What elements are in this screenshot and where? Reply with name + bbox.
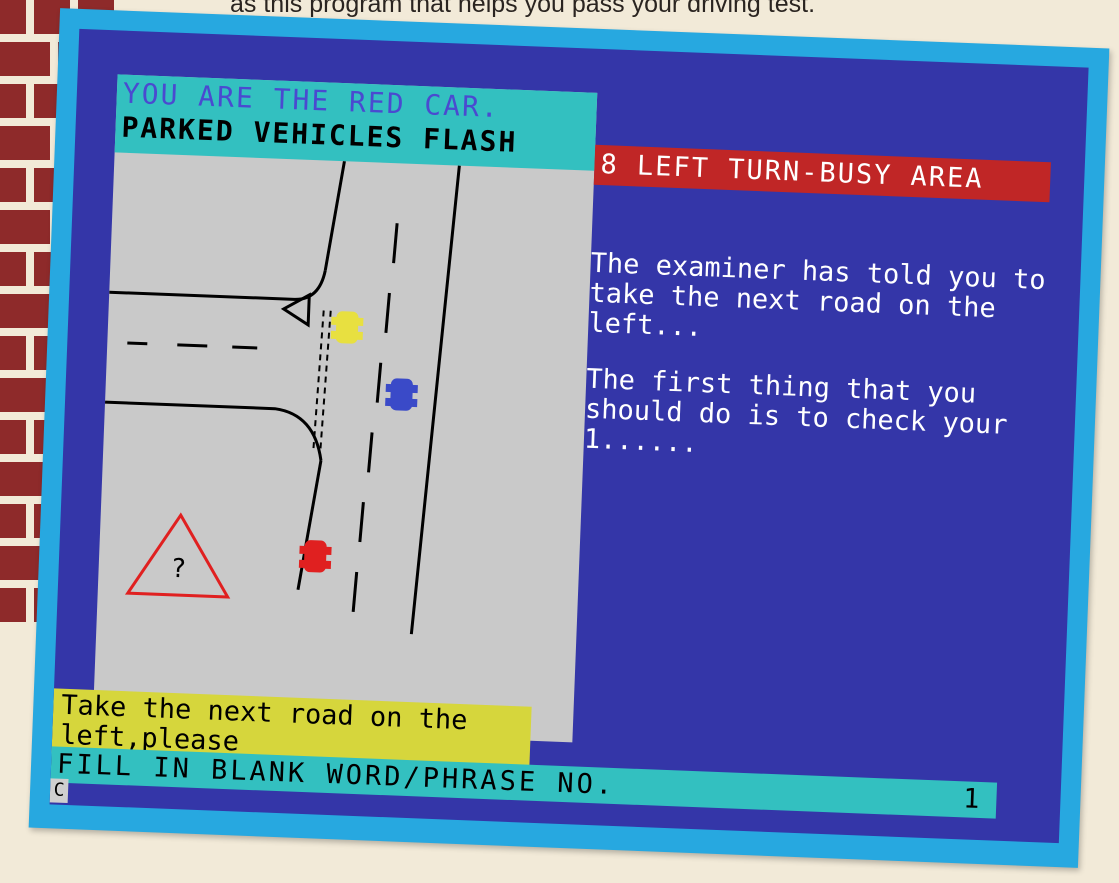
- left-kerb: [323, 160, 346, 271]
- lesson-title: 8 LEFT TURN-BUSY AREA: [593, 144, 1051, 203]
- blue-car: [385, 378, 418, 411]
- give-way-line: [312, 310, 325, 451]
- yellow-car: [330, 311, 364, 344]
- warning-sign-glyph: ?: [170, 554, 187, 585]
- instruction-panel: The examiner has told you to take the ne…: [582, 247, 1051, 498]
- instruction-paragraph-1: The examiner has told you to take the ne…: [587, 247, 1047, 344]
- blank-number: 1: [962, 783, 984, 816]
- game-screen[interactable]: YOU ARE THE RED CAR. PARKED VEHICLES FLA…: [49, 28, 1089, 844]
- right-kerb: [409, 165, 461, 635]
- road-scene: YOU ARE THE RED CAR. PARKED VEHICLES FLA…: [92, 74, 598, 743]
- instruction-paragraph-2: The first thing that you should do is to…: [583, 363, 1009, 459]
- caption-text: as this program that helps you pass your…: [230, 0, 816, 18]
- fill-in-prompt: FILL IN BLANK WORD/PHRASE NO.: [56, 748, 616, 802]
- input-cursor[interactable]: C: [49, 778, 69, 804]
- monitor-frame: YOU ARE THE RED CAR. PARKED VEHICLES FLA…: [28, 8, 1110, 868]
- road-diagram: ?: [104, 160, 461, 635]
